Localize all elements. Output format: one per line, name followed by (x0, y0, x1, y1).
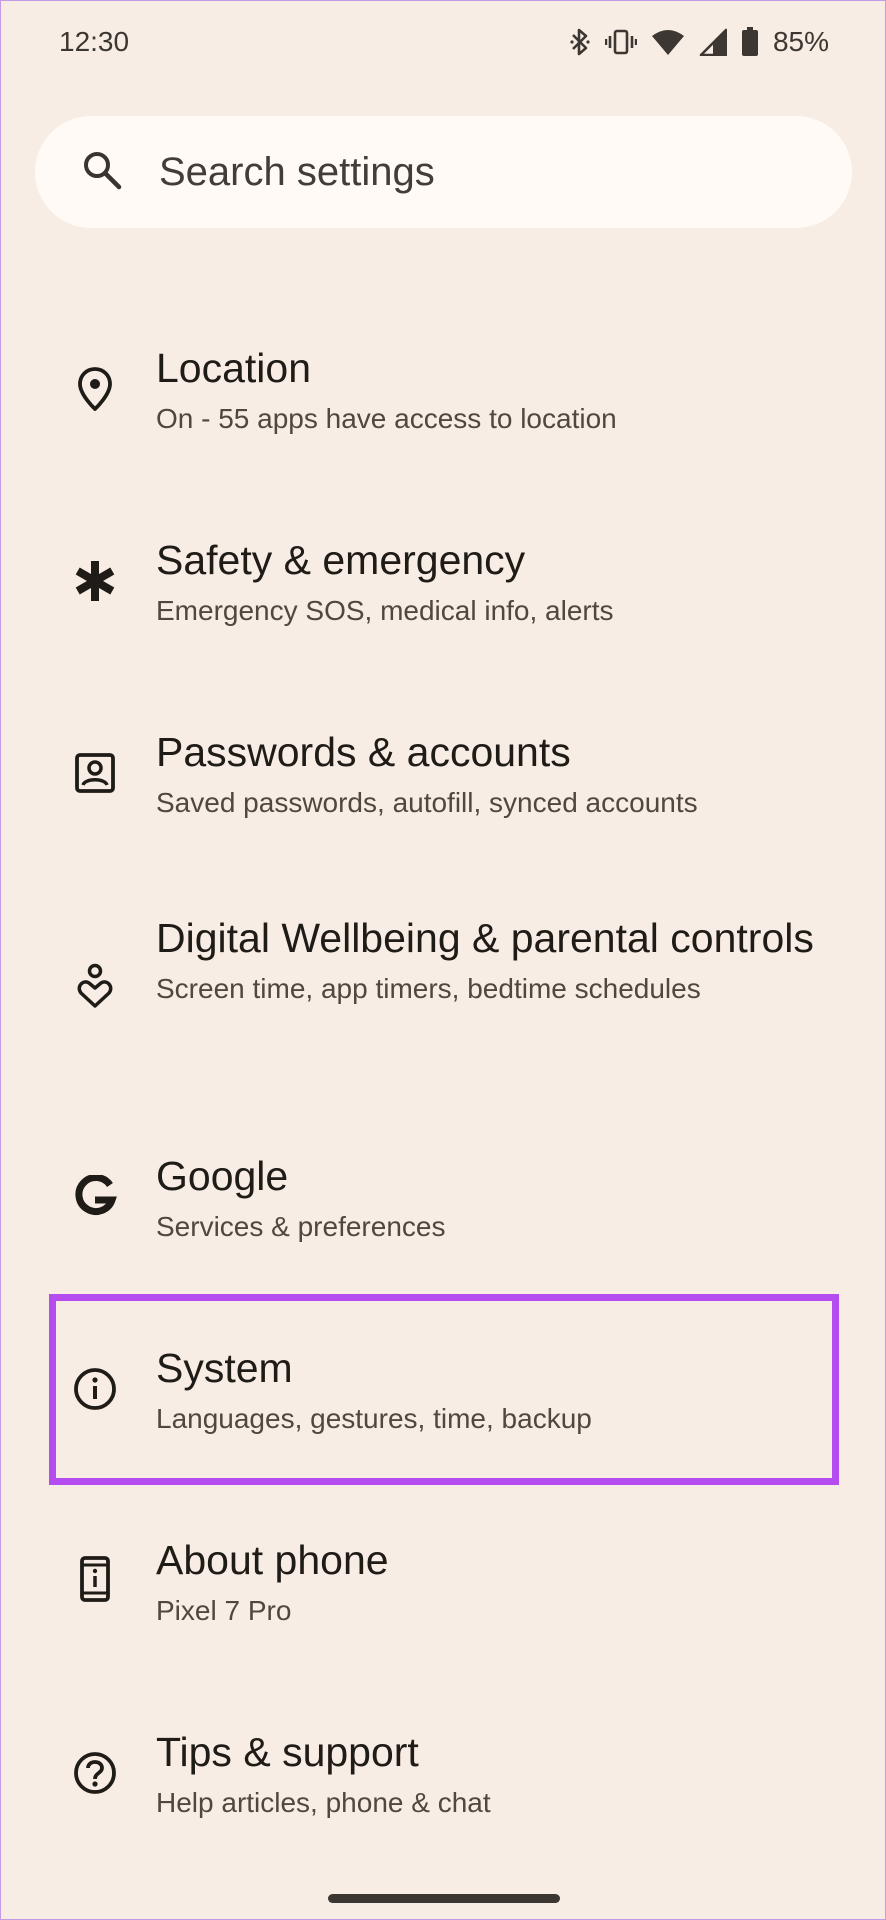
settings-item-subtitle: Services & preferences (156, 1211, 446, 1242)
location-pin-icon (71, 365, 119, 413)
wifi-icon (651, 28, 685, 56)
bluetooth-icon (569, 27, 591, 57)
settings-item-subtitle: Screen time, app timers, bedtime schedul… (156, 973, 701, 1004)
settings-item-digital-wellbeing[interactable]: Digital Wellbeing & parental controls Sc… (1, 905, 886, 1070)
settings-item-safety-emergency[interactable]: Safety & emergency Emergency SOS, medica… (1, 527, 886, 637)
search-placeholder: Search settings (159, 149, 435, 194)
vibrate-icon (604, 28, 637, 56)
settings-item-title: About phone (156, 1537, 389, 1583)
search-bar[interactable]: Search settings (35, 116, 852, 228)
settings-item-location[interactable]: Location On - 55 apps have access to loc… (1, 335, 886, 445)
home-indicator[interactable] (328, 1894, 560, 1903)
battery-icon (741, 27, 759, 57)
settings-item-subtitle: Emergency SOS, medical info, alerts (156, 595, 614, 626)
wellbeing-icon (71, 961, 119, 1009)
settings-item-subtitle: On - 55 apps have access to location (156, 403, 617, 434)
signal-icon (699, 28, 727, 56)
settings-item-title: Location (156, 345, 312, 391)
settings-item-title: Digital Wellbeing & parental controls (156, 915, 814, 961)
settings-item-title: Tips & support (156, 1729, 419, 1775)
highlight-box (49, 1294, 839, 1485)
settings-item-subtitle: Help articles, phone & chat (156, 1787, 491, 1818)
settings-item-title: Passwords & accounts (156, 729, 571, 775)
settings-item-about-phone[interactable]: About phone Pixel 7 Pro (1, 1527, 886, 1637)
asterisk-icon (71, 557, 119, 605)
settings-item-title: Google (156, 1153, 289, 1199)
settings-item-subtitle: Saved passwords, autofill, synced accoun… (156, 787, 698, 818)
settings-item-passwords-accounts[interactable]: Passwords & accounts Saved passwords, au… (1, 719, 886, 829)
search-icon (81, 149, 123, 196)
help-icon (71, 1749, 119, 1797)
status-icons: 85% (569, 26, 829, 58)
settings-item-tips-support[interactable]: Tips & support Help articles, phone & ch… (1, 1719, 886, 1829)
google-icon (71, 1173, 119, 1221)
account-box-icon (71, 749, 119, 797)
settings-item-subtitle: Pixel 7 Pro (156, 1595, 292, 1626)
status-time: 12:30 (59, 26, 130, 57)
settings-item-google[interactable]: Google Services & preferences (1, 1143, 886, 1253)
status-bar: 12:30 85% (1, 1, 886, 83)
battery-percent: 85% (772, 26, 829, 57)
phone-info-icon (71, 1555, 119, 1603)
settings-item-title: Safety & emergency (156, 537, 526, 583)
